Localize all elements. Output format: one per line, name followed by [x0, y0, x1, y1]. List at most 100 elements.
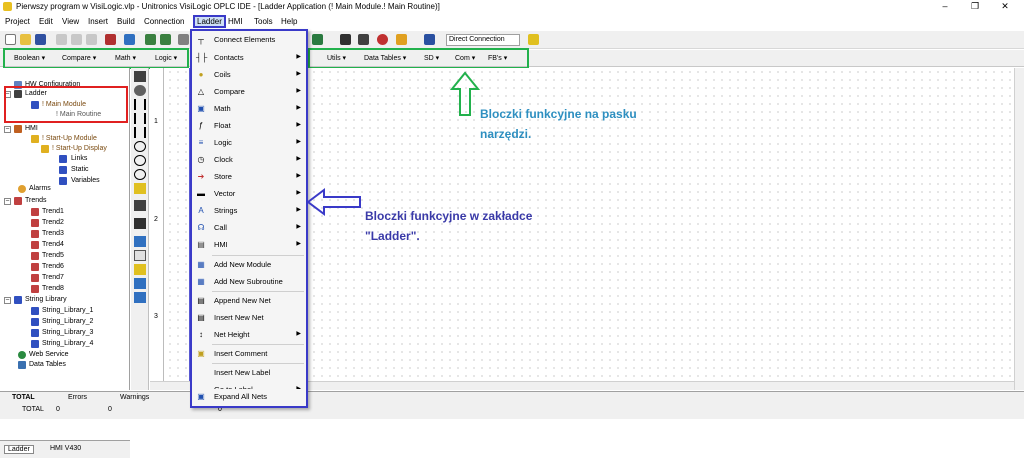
new-file-icon[interactable]: [5, 34, 16, 45]
tree-string-item[interactable]: String_Library_1: [42, 307, 93, 314]
label-icon[interactable]: [134, 278, 146, 289]
vertical-scrollbar[interactable]: [1014, 68, 1024, 390]
menu-item-clock[interactable]: ◷ Clock ▶: [192, 152, 306, 168]
stop-icon[interactable]: [377, 34, 388, 45]
open-folder-icon[interactable]: [20, 34, 31, 45]
copy-icon[interactable]: [71, 34, 82, 45]
function-icon[interactable]: [134, 236, 146, 247]
download-icon[interactable]: [312, 34, 323, 45]
menu-item-insert-comment[interactable]: ▣ Insert Comment: [192, 346, 306, 362]
tree-trend[interactable]: Trend6: [42, 263, 64, 270]
call-icon: ☊: [197, 223, 205, 232]
tree-trend[interactable]: Trend8: [42, 285, 64, 292]
menu-item-hmi[interactable]: ▤ HMI ▶: [192, 237, 306, 253]
tree-string-item[interactable]: String_Library_2: [42, 318, 93, 325]
tab-hmi[interactable]: HMI V430: [50, 445, 81, 452]
menu-item-insert-label[interactable]: Insert New Label: [192, 365, 306, 381]
tree-trend[interactable]: Trend7: [42, 274, 64, 281]
branch-icon[interactable]: [134, 183, 146, 194]
menu-item-store[interactable]: ➔ Store ▶: [192, 169, 306, 185]
maximize-button[interactable]: ❐: [965, 1, 985, 12]
tool-icon[interactable]: [178, 34, 189, 45]
menu-item-call[interactable]: ☊ Call ▶: [192, 220, 306, 236]
contact-nc-icon[interactable]: [134, 113, 146, 124]
tree-string-item[interactable]: String_Library_4: [42, 340, 93, 347]
connection-select[interactable]: Direct Connection: [446, 34, 520, 46]
menu-help[interactable]: Help: [281, 17, 297, 26]
cut-icon[interactable]: [56, 34, 67, 45]
tree-alarms[interactable]: Alarms: [29, 185, 51, 192]
menu-item-float[interactable]: ƒ Float ▶: [192, 118, 306, 134]
forward-icon[interactable]: [160, 34, 171, 45]
strings-icon: A: [198, 206, 204, 215]
tree-string-item[interactable]: String_Library_3: [42, 329, 93, 336]
contact-pulse-icon[interactable]: [134, 127, 146, 138]
tree-trends[interactable]: Trends: [25, 197, 47, 204]
settings-icon[interactable]: [358, 34, 369, 45]
tree-web-service[interactable]: Web Service: [29, 351, 69, 358]
expander-hmi[interactable]: –: [4, 126, 11, 133]
menu-ladder[interactable]: Ladder: [193, 15, 226, 28]
menu-item-math[interactable]: ▣ Math ▶: [192, 101, 306, 117]
menu-item-logic[interactable]: ≡ Logic ▶: [192, 135, 306, 151]
menu-item-compare[interactable]: △ Compare ▶: [192, 84, 306, 100]
delete-icon[interactable]: [105, 34, 116, 45]
paste-icon[interactable]: [86, 34, 97, 45]
tree-trend[interactable]: Trend4: [42, 241, 64, 248]
tree-trend[interactable]: Trend5: [42, 252, 64, 259]
menu-view[interactable]: View: [62, 17, 79, 26]
menu-insert[interactable]: Insert: [88, 17, 108, 26]
coil-icon[interactable]: [134, 141, 146, 152]
menu-edit[interactable]: Edit: [39, 17, 53, 26]
coil-reset-icon[interactable]: [134, 169, 146, 180]
tree-trend[interactable]: Trend1: [42, 208, 64, 215]
comment-icon[interactable]: [134, 264, 146, 275]
save-icon[interactable]: [35, 34, 46, 45]
menu-item-connect-elements[interactable]: ┬ Connect Elements: [192, 32, 306, 48]
connect-icon[interactable]: [134, 71, 146, 82]
expander-trends[interactable]: –: [4, 198, 11, 205]
line-icon[interactable]: [134, 200, 146, 211]
table-icon[interactable]: [134, 250, 146, 261]
menu-item-coils[interactable]: ● Coils ▶: [192, 67, 306, 83]
menu-item-contacts[interactable]: ┤├ Contacts ▶: [192, 50, 306, 66]
tree-data-tables[interactable]: Data Tables: [29, 361, 66, 368]
close-button[interactable]: ✕: [995, 1, 1015, 12]
tree-hmi[interactable]: HMI: [25, 125, 38, 132]
call-icon[interactable]: [134, 292, 146, 303]
menu-tools[interactable]: Tools: [254, 17, 273, 26]
menu-item-add-subroutine[interactable]: ▦ Add New Subroutine: [192, 274, 306, 290]
contact-no-icon[interactable]: [134, 99, 146, 110]
coil-set-icon[interactable]: [134, 155, 146, 166]
menu-hmi[interactable]: HMI: [228, 17, 243, 26]
tree-startup-display[interactable]: ! Start-Up Display: [52, 145, 107, 152]
menu-item-strings[interactable]: A Strings ▶: [192, 203, 306, 219]
binoculars-icon[interactable]: [340, 34, 351, 45]
expander-string-library[interactable]: –: [4, 297, 11, 304]
tree-trend[interactable]: Trend2: [42, 219, 64, 226]
menu-item-insert-net[interactable]: ▤ Insert New Net: [192, 310, 306, 326]
menu-item-net-height[interactable]: ↕ Net Height ▶: [192, 327, 306, 343]
help-icon[interactable]: [528, 34, 539, 45]
back-icon[interactable]: [145, 34, 156, 45]
select-icon[interactable]: [134, 85, 146, 96]
menu-connection[interactable]: Connection: [144, 17, 184, 26]
tree-trend[interactable]: Trend3: [42, 230, 64, 237]
tree-startup-module[interactable]: ! Start-Up Module: [42, 135, 97, 142]
tree-links[interactable]: Links: [71, 155, 87, 162]
menu-item-add-module[interactable]: ▦ Add New Module: [192, 257, 306, 273]
minimize-button[interactable]: –: [935, 1, 955, 11]
menu-item-expand-nets[interactable]: ▣ Expand All Nets: [192, 389, 306, 405]
menu-build[interactable]: Build: [117, 17, 135, 26]
menu-project[interactable]: Project: [5, 17, 30, 26]
plc-icon[interactable]: [396, 34, 407, 45]
menu-item-vector[interactable]: ▬ Vector ▶: [192, 186, 306, 202]
tree-string-library[interactable]: String Library: [25, 296, 67, 303]
tab-ladder[interactable]: Ladder: [4, 445, 34, 454]
signal-icon[interactable]: [424, 34, 435, 45]
undo-icon[interactable]: [124, 34, 135, 45]
up-icon[interactable]: [134, 218, 146, 229]
menu-item-append-net[interactable]: ▤ Append New Net: [192, 293, 306, 309]
tree-static[interactable]: Static: [71, 166, 89, 173]
tree-variables[interactable]: Variables: [71, 177, 100, 184]
